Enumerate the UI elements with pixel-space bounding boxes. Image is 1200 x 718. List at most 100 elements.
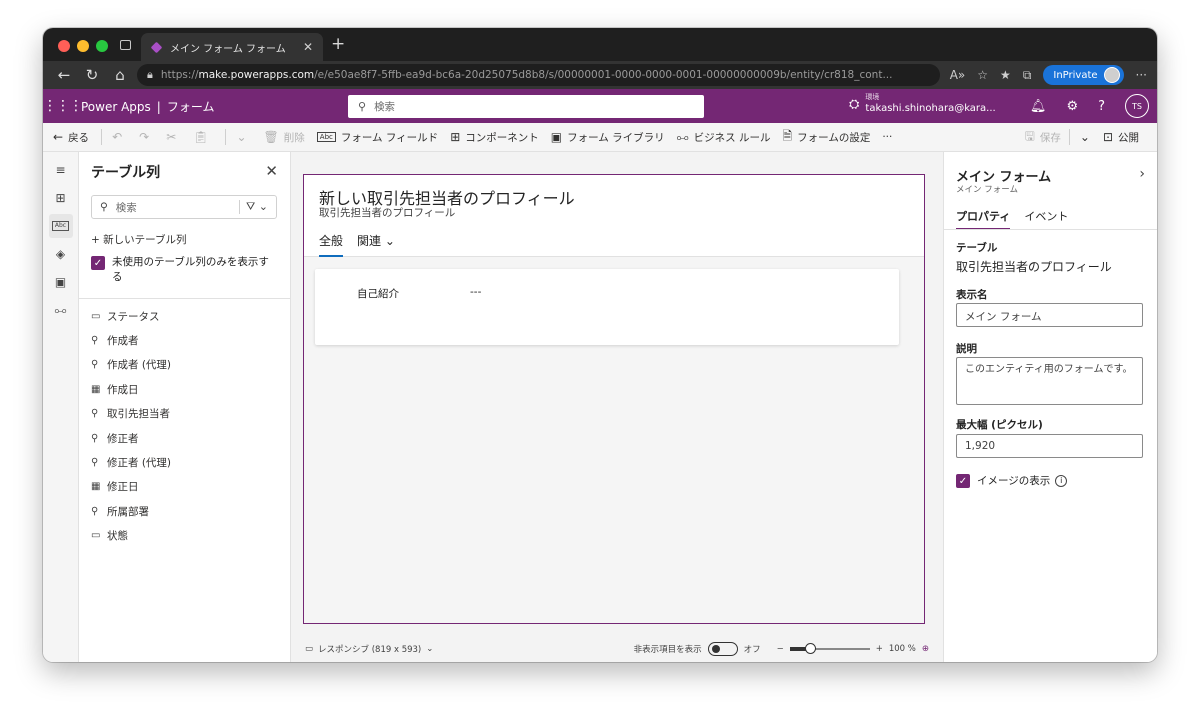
zoom-slider[interactable] [789,643,870,654]
info-icon[interactable]: i [1055,474,1068,487]
browser-menu-icon[interactable]: ··· [1136,68,1147,82]
display-name-label: 表示名 [956,289,988,301]
responsive-picker[interactable]: ▭ レスポンシブ (819 x 593) ⌄ [305,643,433,655]
column-list-item[interactable]: ⚲ 修正者 [91,426,171,450]
lookup-icon: ⚲ [91,359,99,371]
environment-label: 環境 [865,93,880,101]
column-list-item[interactable]: ▭ 状態 [91,524,171,548]
favorites-icon[interactable]: ★ [1000,68,1011,82]
column-list-item[interactable]: ▦ 修正日 [91,475,171,499]
save-options-button[interactable]: ⌄ [1080,130,1095,144]
new-tab-icon[interactable]: + [331,34,345,54]
app-launcher-icon[interactable]: ⋮⋮⋮ [43,98,83,114]
checkmark-icon: ✓ [91,256,105,270]
components-button[interactable]: ⊞ コンポーネント [450,130,539,145]
column-label: 所属部署 [107,505,149,518]
minimize-window-button[interactable] [77,40,89,52]
form-fields-button[interactable]: Abc フォーム フィールド [316,130,438,145]
table-columns-rail-icon[interactable]: Abc [48,214,73,238]
help-icon[interactable]: ? [1098,99,1105,114]
form-library-button[interactable]: ▣ フォーム ライブラリ [551,130,665,145]
column-list-item[interactable]: ⚲ 所属部署 [91,499,171,523]
hamburger-menu-icon[interactable]: ≡ [49,158,73,182]
tab-events[interactable]: イベント [1024,208,1068,230]
chevron-right-icon[interactable]: › [1139,166,1145,182]
hidden-items-toggle[interactable] [707,642,738,656]
collections-icon[interactable]: ⧉ [1023,68,1032,83]
column-list-item[interactable]: ⚲ 修正者 (代理) [91,450,171,474]
device-icon: ▭ [305,644,314,654]
back-icon[interactable]: ← [53,66,75,84]
columns-search-input[interactable]: ⚲ 検索 ⛛ ⌄ [91,195,277,219]
tab-actions-icon[interactable] [120,40,131,50]
divider [101,129,103,145]
browser-tab[interactable]: メイン フォーム フォーム ✕ [141,33,323,61]
column-label: 状態 [107,530,128,543]
column-list-item[interactable]: ⚲ 作成者 (代理) [91,353,171,377]
filter-icon[interactable]: ⛛ ⌄ [246,200,268,214]
environment-picker[interactable]: ⛭ 環境 takashi.shinohara@kara... [849,93,996,115]
field-value[interactable]: --- [470,286,481,298]
column-list-item[interactable]: ⚲ 取引先担当者 [91,402,171,426]
description-textarea[interactable]: このエンティティ用のフォームです。 [956,357,1143,405]
columns-search-placeholder: 検索 [115,201,137,214]
settings-document-icon: 🗎︎ [782,128,793,143]
form-settings-button[interactable]: 🗎︎ フォームの設定 [782,127,870,148]
close-panel-icon[interactable]: ✕ [265,162,278,180]
save-button[interactable]: 🖫︎ 保存 [1025,127,1061,148]
global-search-input[interactable]: ⚲ 検索 [348,95,704,118]
maximize-window-button[interactable] [96,40,108,52]
column-label: 作成者 (代理) [107,359,172,372]
read-aloud-icon[interactable]: A» [950,68,966,82]
url-bar[interactable]: 🔒︎ https://make.powerapps.com/e/e50ae8f7… [137,64,940,86]
zoom-in-icon[interactable]: + [876,644,883,654]
business-rules-rail-icon[interactable]: ⧟ [49,298,73,322]
display-name-input[interactable]: メイン フォーム [956,303,1143,327]
inprivate-badge[interactable]: InPrivate [1043,65,1124,85]
column-label: 作成日 [107,383,139,396]
undo-button[interactable]: ↶ [112,130,127,144]
show-unused-checkbox[interactable]: ✓ 未使用のテーブル列のみを表示する [91,255,277,285]
user-avatar[interactable]: TS [1125,94,1149,118]
search-icon: ⚲ [358,100,367,113]
business-rules-button[interactable]: ⧟ ビジネス ルール [677,130,771,145]
close-window-button[interactable] [58,40,70,52]
lookup-icon: ⚲ [91,335,99,347]
tab-related[interactable]: 関連 ⌄ [357,232,395,257]
favorite-star-icon[interactable]: ☆ [977,68,988,82]
column-list-item[interactable]: ▭ ステータス [91,304,171,328]
global-search-placeholder: 検索 [374,101,396,113]
tab-related-label: 関連 [357,234,382,248]
tab-properties[interactable]: プロパティ [956,208,1011,230]
notifications-bell-icon[interactable]: 🔔︎ [1030,99,1047,114]
divider [944,229,1157,230]
form-section[interactable]: 自己紹介 --- [315,269,899,345]
column-list-item[interactable]: ⚲ 作成者 [91,328,171,352]
lookup-icon: ⚲ [91,432,99,444]
more-commands-button[interactable]: ··· [882,131,892,143]
zoom-slider-thumb[interactable] [804,643,816,654]
zoom-out-icon[interactable]: − [777,644,784,654]
form-preview[interactable]: 新しい取引先担当者のプロフィール 取引先担当者のプロフィール 全般 関連 ⌄ 自… [303,174,925,624]
fit-to-screen-icon[interactable]: ⊕ [922,644,929,654]
tab-close-icon[interactable]: ✕ [303,40,313,54]
publish-button[interactable]: ⊡ 公開 [1103,130,1139,145]
description-label: 説明 [956,343,977,355]
components-rail-icon[interactable]: ⊞ [49,186,73,210]
column-list-item[interactable]: ▦ 作成日 [91,377,171,401]
reload-icon[interactable]: ↻ [81,66,103,84]
redo-button[interactable]: ↷ [139,130,154,144]
delete-button[interactable]: 🗑︎ 削除 [264,130,305,145]
tab-general[interactable]: 全般 [319,232,344,257]
settings-gear-icon[interactable]: ⚙ [1066,99,1078,114]
new-column-button[interactable]: + 新しいテーブル列 [91,232,187,247]
max-width-input[interactable]: 1,920 [956,434,1143,458]
show-image-checkbox[interactable]: ✓ イメージの表示 i [956,473,1068,488]
form-library-rail-icon[interactable]: ▣ [49,270,73,294]
home-icon[interactable]: ⌂ [109,66,131,84]
paste-dropdown-button[interactable]: ⌄ [236,130,251,144]
cut-button[interactable]: ✂ [166,130,181,144]
back-button[interactable]: ← 戻る [53,130,89,145]
layers-rail-icon[interactable]: ◈ [49,242,73,266]
paste-button[interactable]: 📋︎ [193,130,213,144]
